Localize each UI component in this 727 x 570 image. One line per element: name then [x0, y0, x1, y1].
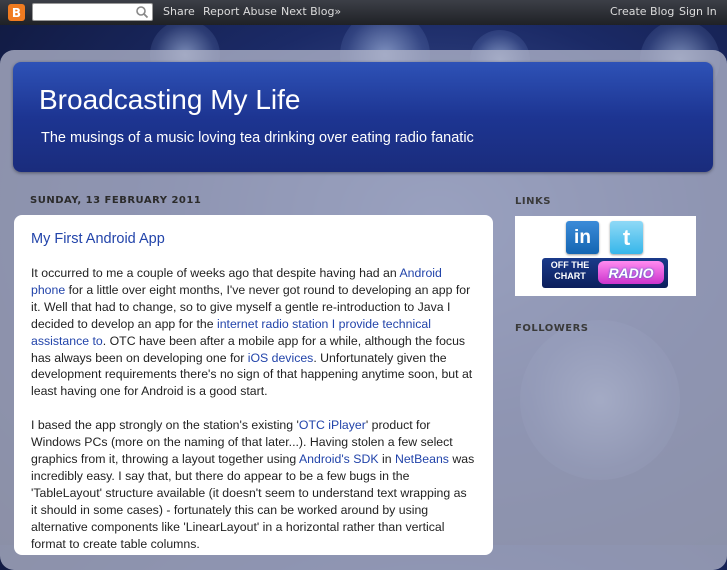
post-paragraph: It occurred to me a couple of weeks ago … — [31, 265, 476, 400]
report-abuse-link[interactable]: Report Abuse — [203, 5, 277, 18]
links-widget: in t OFF THE CHART RADIO — [515, 216, 696, 296]
otc-logo-line: OFF THE — [550, 260, 590, 270]
blog-header: Broadcasting My Life The musings of a mu… — [13, 62, 713, 172]
android-sdk-link[interactable]: Android's SDK — [299, 452, 379, 466]
post-paragraph: I based the app strongly on the station'… — [31, 417, 476, 552]
sign-in-link[interactable]: Sign In — [679, 5, 717, 18]
post-text: was incredibly easy. I say that, but the… — [31, 452, 475, 551]
post-text: I based the app strongly on the station'… — [31, 418, 299, 433]
linkedin-icon[interactable]: in — [566, 221, 599, 254]
post-text: It occurred to me a couple of weeks ago … — [31, 266, 400, 280]
post-text: in — [378, 452, 395, 467]
search-box — [32, 3, 153, 21]
share-link[interactable]: Share — [163, 5, 195, 18]
otc-radio-badge: RADIO — [598, 261, 664, 284]
otc-logo-text: OFF THE CHART — [544, 260, 596, 282]
blogger-navbar: B Share Report Abuse Next Blog» Create B… — [0, 0, 727, 25]
ios-devices-link[interactable]: iOS devices — [248, 351, 314, 365]
blog-title[interactable]: Broadcasting My Life — [39, 84, 300, 116]
search-icon[interactable] — [135, 5, 149, 19]
post-date: SUNDAY, 13 FEBRUARY 2011 — [30, 195, 202, 206]
otc-logo-line: CHART — [554, 271, 586, 281]
followers-heading: FOLLOWERS — [515, 323, 589, 334]
netbeans-link[interactable]: NetBeans — [395, 452, 449, 466]
off-the-chart-radio-logo[interactable]: OFF THE CHART RADIO — [542, 258, 668, 288]
search-input[interactable] — [36, 5, 136, 19]
post-title[interactable]: My First Android App — [31, 231, 165, 247]
post-body: It occurred to me a couple of weeks ago … — [31, 265, 476, 555]
create-blog-link[interactable]: Create Blog — [610, 5, 674, 18]
otc-iplayer-link[interactable]: OTC iPlayer — [299, 418, 366, 432]
twitter-icon[interactable]: t — [610, 221, 643, 254]
blogger-logo-icon[interactable]: B — [8, 4, 25, 21]
blog-description: The musings of a music loving tea drinki… — [41, 130, 474, 146]
next-blog-link[interactable]: Next Blog» — [281, 5, 341, 18]
links-heading: LINKS — [515, 196, 551, 207]
post: My First Android App It occurred to me a… — [14, 215, 493, 555]
